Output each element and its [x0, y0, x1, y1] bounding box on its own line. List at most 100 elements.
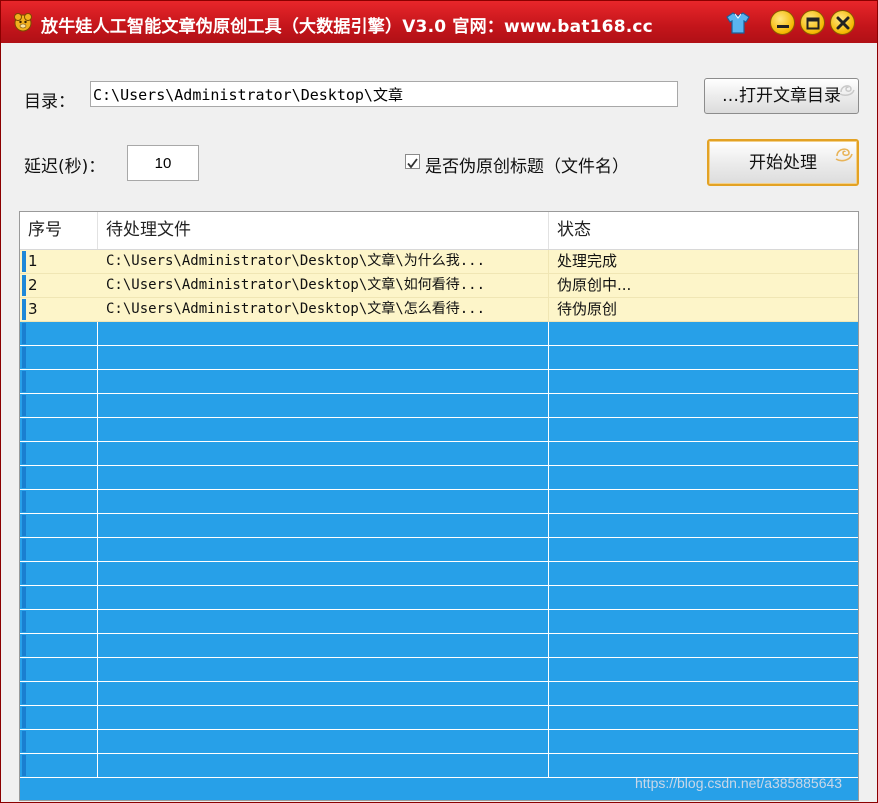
- empty-cell: [20, 370, 98, 393]
- empty-row[interactable]: [20, 442, 858, 466]
- empty-row[interactable]: [20, 370, 858, 394]
- directory-input[interactable]: [90, 81, 678, 107]
- row-status: 待伪原创: [557, 300, 618, 318]
- column-header-file[interactable]: 待处理文件: [98, 212, 549, 249]
- empty-cell: [20, 586, 98, 609]
- empty-row[interactable]: [20, 466, 858, 490]
- empty-cell: [98, 562, 549, 585]
- start-processing-button[interactable]: 开始处理: [707, 139, 859, 186]
- start-processing-label: 开始处理: [749, 153, 817, 173]
- empty-cell: [98, 658, 549, 681]
- empty-cell: [549, 466, 849, 489]
- empty-cell: [20, 322, 98, 345]
- empty-cell: [549, 370, 849, 393]
- empty-cell: [98, 466, 549, 489]
- empty-cell: [98, 730, 549, 753]
- row-marker: [22, 275, 26, 296]
- row-number: 1: [28, 252, 38, 270]
- open-directory-button[interactable]: …打开文章目录: [704, 78, 859, 114]
- empty-cell: [549, 562, 849, 585]
- maximize-icon: [806, 17, 820, 30]
- empty-row[interactable]: [20, 730, 858, 754]
- table-row[interactable]: 3 C:\Users\Administrator\Desktop\文章\怎么看待…: [20, 298, 858, 322]
- open-directory-label: …打开文章目录: [722, 86, 841, 106]
- skin-button[interactable]: [724, 10, 752, 36]
- empty-row[interactable]: [20, 610, 858, 634]
- table-row[interactable]: 2 C:\Users\Administrator\Desktop\文章\如何看待…: [20, 274, 858, 298]
- empty-cell: [549, 514, 849, 537]
- empty-cell: [549, 610, 849, 633]
- empty-cell: [20, 562, 98, 585]
- minimize-icon: [777, 25, 789, 28]
- close-button[interactable]: [830, 10, 855, 35]
- swirl-ornament-icon: [835, 148, 853, 162]
- empty-cell: [20, 418, 98, 441]
- table-row[interactable]: 1 C:\Users\Administrator\Desktop\文章\为什么我…: [20, 250, 858, 274]
- app-window: 放牛娃人工智能文章伪原创工具（大数据引擎）V3.0 官网：www.bat168.…: [0, 0, 878, 803]
- empty-row[interactable]: [20, 706, 858, 730]
- empty-cell: [98, 586, 549, 609]
- empty-cell: [20, 634, 98, 657]
- app-logo-icon: [14, 13, 32, 32]
- title-bar[interactable]: 放牛娃人工智能文章伪原创工具（大数据引擎）V3.0 官网：www.bat168.…: [1, 1, 877, 43]
- empty-cell: [549, 634, 849, 657]
- empty-cell: [20, 730, 98, 753]
- empty-cell: [98, 634, 549, 657]
- delay-input[interactable]: [127, 145, 199, 181]
- minimize-button[interactable]: [770, 10, 795, 35]
- empty-cell: [20, 490, 98, 513]
- empty-cell: [549, 394, 849, 417]
- empty-cell: [549, 322, 849, 345]
- empty-cell: [20, 610, 98, 633]
- empty-cell: [98, 322, 549, 345]
- column-header-status[interactable]: 状态: [549, 212, 858, 249]
- empty-row[interactable]: [20, 634, 858, 658]
- empty-cell: [20, 706, 98, 729]
- maximize-button[interactable]: [800, 10, 825, 35]
- empty-cell: [98, 490, 549, 513]
- empty-row[interactable]: [20, 514, 858, 538]
- empty-row[interactable]: [20, 418, 858, 442]
- empty-cell: [98, 418, 549, 441]
- empty-row[interactable]: [20, 682, 858, 706]
- empty-cell: [20, 442, 98, 465]
- empty-cell: [20, 682, 98, 705]
- row-file-path: C:\Users\Administrator\Desktop\文章\为什么我..…: [98, 250, 549, 273]
- empty-cell: [98, 706, 549, 729]
- empty-cell: [98, 394, 549, 417]
- empty-row[interactable]: [20, 394, 858, 418]
- watermark-text: https://blog.csdn.net/a385885643: [635, 775, 843, 791]
- empty-cell: [549, 538, 849, 561]
- empty-row[interactable]: [20, 346, 858, 370]
- empty-cell: [20, 394, 98, 417]
- empty-row[interactable]: [20, 490, 858, 514]
- empty-cell: [549, 418, 849, 441]
- rewrite-title-checkbox[interactable]: [405, 154, 420, 169]
- empty-cell: [20, 514, 98, 537]
- swirl-ornament-icon: [839, 85, 855, 96]
- empty-row[interactable]: [20, 538, 858, 562]
- empty-row[interactable]: [20, 586, 858, 610]
- empty-cell: [20, 466, 98, 489]
- file-list[interactable]: 序号 待处理文件 状态 1 C:\Users\Administrator\Des…: [19, 211, 859, 801]
- row-status: 伪原创中...: [557, 276, 632, 294]
- empty-cell: [98, 370, 549, 393]
- empty-cell: [549, 706, 849, 729]
- empty-cell: [20, 346, 98, 369]
- column-header-number[interactable]: 序号: [20, 212, 98, 249]
- empty-row[interactable]: [20, 562, 858, 586]
- empty-row[interactable]: [20, 322, 858, 346]
- empty-cell: [98, 754, 549, 777]
- empty-cell: [98, 346, 549, 369]
- row-number: 3: [28, 300, 38, 318]
- directory-label: 目录：: [24, 92, 75, 112]
- empty-cell: [98, 610, 549, 633]
- empty-cell: [98, 514, 549, 537]
- empty-cell: [20, 754, 98, 777]
- empty-cell: [549, 730, 849, 753]
- empty-row[interactable]: [20, 658, 858, 682]
- window-title: 放牛娃人工智能文章伪原创工具（大数据引擎）V3.0 官网：www.bat168.…: [41, 17, 653, 37]
- row-marker: [22, 299, 26, 320]
- empty-cell: [20, 658, 98, 681]
- empty-cell: [549, 586, 849, 609]
